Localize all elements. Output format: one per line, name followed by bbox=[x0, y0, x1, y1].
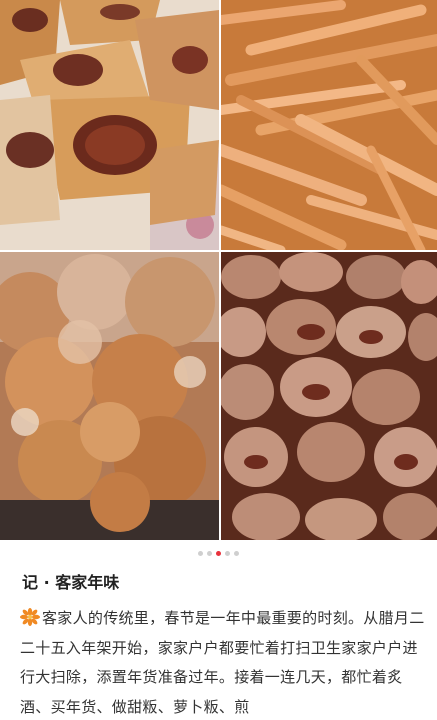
frying-dough-balls-photo[interactable] bbox=[0, 252, 219, 540]
post-detail: 记 · 客家年味 客家人的传统里，春节是一年中最重要的时刻。从腊月二二十五入年架… bbox=[0, 0, 437, 720]
article-paragraph: 客家人的传统里，春节是一年中最重要的时刻。从腊月二二十五入年架开始，家家户户都要… bbox=[20, 609, 425, 716]
carousel-page-indicator bbox=[0, 548, 437, 558]
photo-carousel[interactable] bbox=[0, 0, 437, 540]
tofu-skin-rolls-photo[interactable] bbox=[221, 252, 437, 540]
page-dot-2[interactable] bbox=[207, 550, 212, 556]
page-dot-5[interactable] bbox=[234, 550, 239, 556]
stuffed-tofu-photo[interactable] bbox=[0, 0, 219, 250]
article-title: 记 · 客家年味 bbox=[22, 573, 120, 592]
fried-tofu-skin-photo[interactable] bbox=[221, 0, 437, 250]
article-body: 客家人的传统里，春节是一年中最重要的时刻。从腊月二二十五入年架开始，家家户户都要… bbox=[20, 604, 425, 720]
page-dot-3-active[interactable] bbox=[216, 550, 221, 556]
page-dot-1[interactable] bbox=[198, 550, 203, 556]
flower-icon bbox=[20, 608, 40, 626]
page-dot-4[interactable] bbox=[225, 550, 230, 556]
